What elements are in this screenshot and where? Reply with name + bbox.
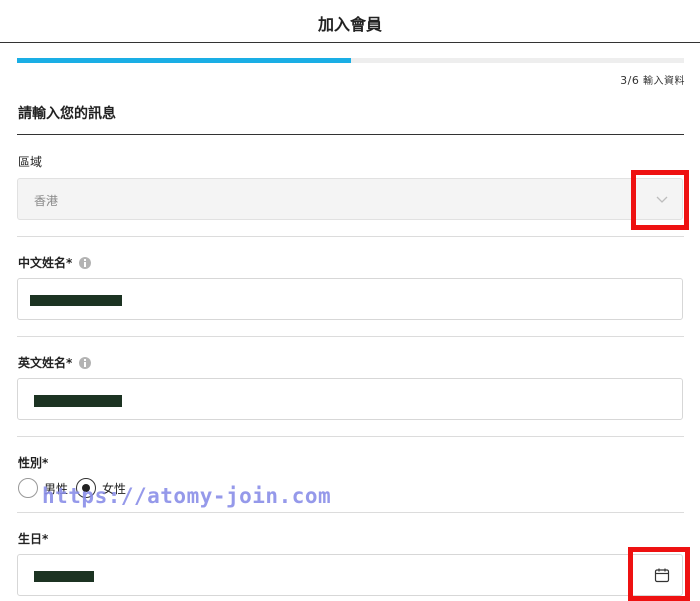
- gender-label-text: 性別*: [18, 456, 49, 470]
- field-divider: [17, 336, 684, 337]
- region-label: 區域: [18, 153, 42, 170]
- watermark: https://atomy-join.com: [42, 484, 332, 508]
- signup-page: 加入會員 3/6 輸入資料 請輸入您的訊息 區域 香港 中文姓名* 英文姓名* …: [0, 0, 700, 601]
- redacted-value: [34, 395, 122, 407]
- progress-label: 輸入資料: [643, 76, 685, 87]
- progress-bar: [17, 58, 684, 63]
- gender-label: 性別*: [18, 454, 48, 471]
- redacted-value: [30, 295, 122, 306]
- birthday-label-text: 生日*: [18, 532, 49, 546]
- region-label-text: 區域: [18, 155, 43, 169]
- english-name-input[interactable]: [17, 378, 683, 420]
- dropdown-highlight: [631, 170, 689, 230]
- progress-total: 6: [631, 74, 640, 87]
- page-header: 加入會員: [0, 0, 700, 43]
- redacted-value: [34, 571, 94, 582]
- field-divider: [17, 236, 684, 237]
- progress-fill: [17, 58, 351, 63]
- birthday-label: 生日*: [18, 530, 48, 547]
- region-select[interactable]: 香港: [17, 178, 683, 220]
- page-title: 加入會員: [317, 15, 382, 34]
- progress-status: 3/6 輸入資料: [620, 72, 685, 87]
- english-name-label-text: 英文姓名*: [18, 356, 73, 370]
- info-icon[interactable]: [79, 356, 92, 369]
- section-divider: [17, 134, 684, 135]
- chinese-name-input[interactable]: [17, 278, 683, 320]
- region-value: 香港: [34, 194, 59, 208]
- english-name-label: 英文姓名*: [18, 354, 92, 371]
- section-title: 請輸入您的訊息: [18, 106, 116, 122]
- calendar-highlight: [628, 547, 690, 601]
- field-divider: [17, 512, 684, 513]
- birthday-input[interactable]: [17, 554, 683, 596]
- chinese-name-label-text: 中文姓名*: [18, 256, 73, 270]
- field-divider: [17, 436, 684, 437]
- chinese-name-label: 中文姓名*: [18, 254, 92, 271]
- progress-current: 3: [620, 74, 628, 87]
- gender-male-radio[interactable]: [18, 478, 38, 498]
- info-icon[interactable]: [79, 256, 92, 269]
